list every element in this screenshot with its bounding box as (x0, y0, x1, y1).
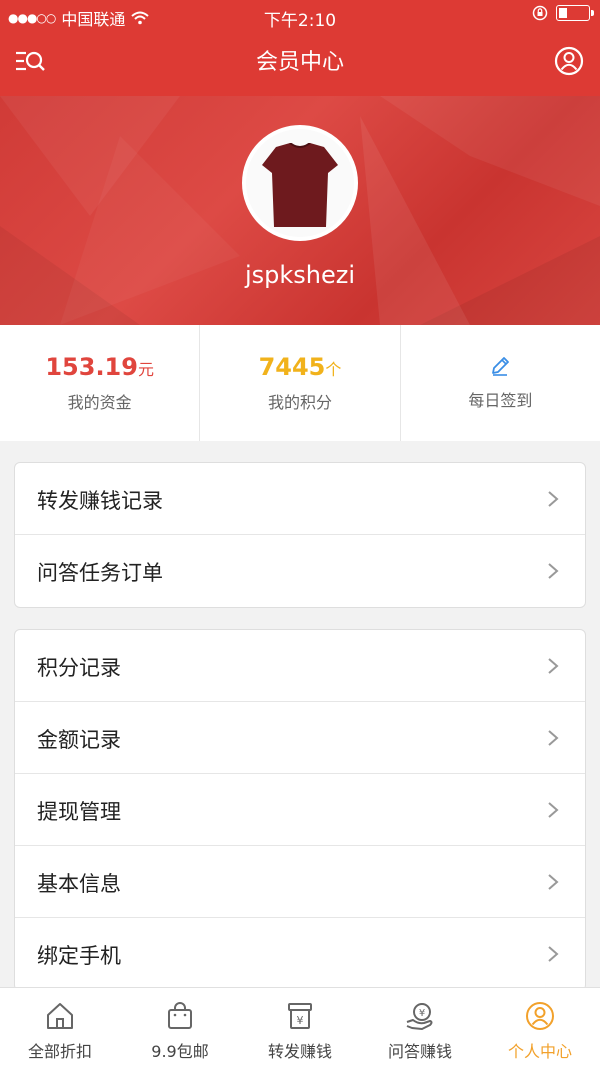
pencil-icon (492, 357, 510, 376)
user-circle-icon (526, 1002, 554, 1030)
points-label: 我的积分 (267, 393, 332, 412)
tshirt-image (262, 143, 338, 227)
status-bar: ●●●○○ 中国联通 下午2:10 (0, 0, 600, 31)
list-item-withdraw[interactable]: 提现管理 (15, 774, 585, 846)
funds-value: 153.19 (45, 353, 138, 381)
user-circle-icon[interactable] (554, 46, 584, 76)
chevron-right-icon (548, 730, 559, 746)
rotation-lock-icon (532, 5, 548, 21)
list-item-bind-phone[interactable]: 绑定手机 (15, 918, 585, 990)
menu-group-account: 积分记录 金额记录 提现管理 基本信息 绑定手机 (14, 629, 586, 991)
checkin-label: 每日签到 (468, 391, 533, 410)
list-item-basic-info[interactable]: 基本信息 (15, 846, 585, 918)
tab-label: 个人中心 (507, 1042, 572, 1061)
tab-label: 全部折扣 (27, 1042, 92, 1061)
chevron-right-icon (548, 802, 559, 818)
list-item-label: 转发赚钱记录 (37, 489, 163, 513)
header: ●●●○○ 中国联通 下午2:10 会员中心 (0, 0, 600, 96)
list-item-share-earnings[interactable]: 转发赚钱记录 (15, 463, 585, 535)
funds-unit: 元 (137, 360, 154, 379)
list-item-label: 问答任务订单 (37, 561, 163, 585)
profile-banner: jspkshezi (0, 96, 600, 325)
tab-label: 9.9包邮 (151, 1042, 209, 1061)
list-item-label: 金额记录 (37, 728, 121, 752)
menu-group-tasks: 转发赚钱记录 问答任务订单 (14, 462, 586, 608)
list-item-label: 绑定手机 (37, 944, 121, 968)
shopping-bag-icon (168, 1002, 192, 1029)
tab-label: 问答赚钱 (387, 1042, 452, 1061)
list-item-amount-record[interactable]: 金额记录 (15, 702, 585, 774)
username: jspkshezi (244, 261, 356, 289)
chevron-right-icon (548, 491, 559, 507)
svg-text:¥: ¥ (297, 1014, 304, 1027)
tab-personal-center[interactable]: 个人中心 (480, 988, 600, 1067)
home-icon (47, 1003, 73, 1029)
tab-free-shipping[interactable]: 9.9包邮 (120, 988, 240, 1067)
funds-stat[interactable]: 153.19元 我的资金 (0, 325, 201, 441)
tab-bar: 全部折扣 9.9包邮 ¥ 转发赚钱 ¥ 问答赚钱 个人中心 (0, 987, 600, 1067)
points-stat[interactable]: 7445个 我的积分 (200, 325, 401, 441)
yuan-hand-icon: ¥ (406, 1003, 433, 1030)
tab-share-earn[interactable]: ¥ 转发赚钱 (240, 988, 360, 1067)
clock: 下午2:10 (263, 11, 337, 31)
svg-text:¥: ¥ (419, 1008, 425, 1019)
points-value: 7445 (258, 353, 326, 381)
list-item-label: 基本信息 (37, 872, 121, 896)
list-item-label: 提现管理 (37, 800, 121, 824)
checkin-button[interactable]: 每日签到 (401, 325, 600, 441)
battery-icon (556, 5, 594, 21)
list-item-label: 积分记录 (37, 656, 121, 680)
chevron-right-icon (548, 563, 559, 579)
page-title: 会员中心 (255, 50, 344, 75)
points-unit: 个 (325, 360, 342, 379)
yuan-box-icon: ¥ (288, 1003, 312, 1029)
tab-qa-earn[interactable]: ¥ 问答赚钱 (360, 988, 480, 1067)
stats-bar: 153.19元 我的资金 7445个 我的积分 每日签到 (0, 325, 600, 441)
chevron-right-icon (548, 874, 559, 890)
chevron-right-icon (548, 946, 559, 962)
funds-label: 我的资金 (67, 393, 132, 412)
tab-all-discounts[interactable]: 全部折扣 (0, 988, 120, 1067)
list-item-points-record[interactable]: 积分记录 (15, 630, 585, 702)
avatar[interactable] (242, 125, 358, 241)
tab-label: 转发赚钱 (267, 1042, 332, 1061)
chevron-right-icon (548, 658, 559, 674)
list-item-qa-orders[interactable]: 问答任务订单 (15, 535, 585, 607)
